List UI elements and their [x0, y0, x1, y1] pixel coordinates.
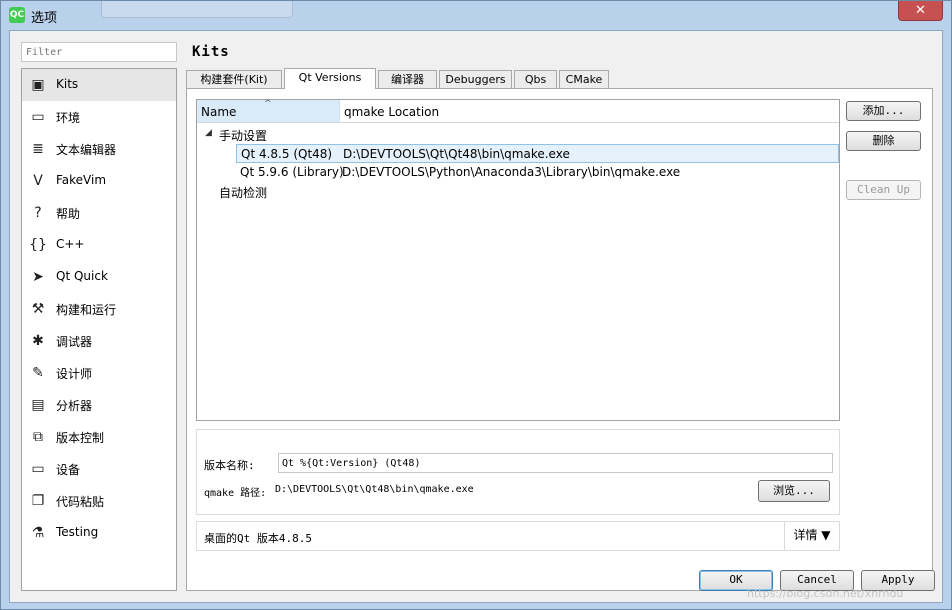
close-button[interactable]: ✕: [898, 1, 943, 21]
tab-kits[interactable]: 构建套件(Kit): [186, 70, 282, 88]
column-header-name[interactable]: Name ^: [197, 99, 340, 122]
version-summary: 桌面的Qt 版本4.8.5 详情 ▼: [196, 521, 840, 551]
expanded-arrow-icon[interactable]: ◢: [205, 128, 212, 138]
sidebar-item-label: 设备: [56, 463, 81, 477]
details-toggle-button[interactable]: 详情 ▼: [784, 522, 839, 550]
sidebar-item-label: FakeVim: [56, 173, 107, 187]
sidebar-item-label: Kits: [56, 77, 79, 91]
qt-version-row[interactable]: Qt 4.8.5 (Qt48) D:\DEVTOOLS\Qt\Qt48\bin\…: [236, 144, 839, 163]
fakevim-icon: V: [33, 173, 43, 189]
options-dialog: QC 选项 ✕ ▣ Kits ▭ 环境 ≣ 文本编辑器 V FakeVim? 帮助 {} C++ ➤ Q…: [0, 0, 952, 610]
cpp-icon: {}: [29, 237, 47, 253]
window-title: 选项: [31, 11, 58, 26]
sidebar-item[interactable]: ✱ 调试器: [22, 325, 176, 357]
sidebar-item-label: Qt Quick: [56, 269, 108, 283]
qmake-path-label: qmake 路径:: [204, 488, 267, 499]
watermark: https://blog.csdn.net/xnrhdu: [747, 587, 904, 600]
device-icon: ▭: [31, 461, 45, 477]
qt-version-name: Qt 4.8.5 (Qt48): [241, 147, 333, 161]
qt-version-name: Qt 5.9.6 (Library): [240, 165, 344, 179]
bug-icon: ✱: [32, 333, 44, 349]
sidebar-item[interactable]: ▭ 设备: [22, 453, 176, 485]
remove-button[interactable]: 删除: [846, 131, 921, 151]
page-title: Kits: [192, 44, 230, 60]
qmake-location: D:\DEVTOOLS\Qt\Qt48\bin\qmake.exe: [343, 147, 570, 161]
dialog-body: ▣ Kits ▭ 环境 ≣ 文本编辑器 V FakeVim? 帮助 {} C++ ➤ Qt Quick ⚒…: [9, 30, 943, 603]
sidebar-item-label: 调试器: [56, 335, 93, 349]
background-window-tab: [101, 1, 293, 18]
sidebar-item[interactable]: ? 帮助: [22, 197, 176, 229]
sidebar-item-label: 代码粘贴: [56, 495, 105, 509]
category-list: ▣ Kits ▭ 环境 ≣ 文本编辑器 V FakeVim? 帮助 {} C++ ➤ Qt Quick ⚒…: [21, 68, 177, 591]
filter-input[interactable]: [21, 42, 177, 62]
column-name-label: Name: [201, 105, 237, 119]
add-button[interactable]: 添加...: [846, 101, 921, 121]
sidebar-item-label: C++: [56, 237, 85, 251]
sidebar-item[interactable]: ▣ Kits: [22, 69, 176, 101]
qmake-location: D:\DEVTOOLS\Python\Anaconda3\Library\bin…: [342, 165, 681, 179]
title-bar[interactable]: QC 选项 ✕: [1, 1, 951, 29]
monitor-icon: ▭: [31, 109, 45, 125]
column-header-location[interactable]: qmake Location: [344, 105, 439, 119]
pencil-icon: ✎: [32, 365, 44, 381]
sidebar-item-label: 构建和运行: [56, 303, 117, 317]
version-name-label: 版本名称:: [204, 459, 255, 472]
sidebar-item-label: 环境: [56, 111, 81, 125]
sidebar-item[interactable]: ⚗ Testing: [22, 517, 176, 549]
sidebar-item-label: 帮助: [56, 207, 81, 221]
sidebar-item[interactable]: ⧉ 版本控制: [22, 421, 176, 453]
qt-versions-tree[interactable]: Name ^ qmake Location ◢ 手动设置 Qt 4.8.5 (Q…: [196, 99, 840, 421]
sidebar-item-label: Testing: [56, 525, 99, 539]
clean-up-button[interactable]: Clean Up: [846, 180, 921, 200]
kits-icon: ▣: [31, 77, 45, 93]
close-icon: ✕: [915, 3, 926, 18]
sidebar-item[interactable]: ⚒ 构建和运行: [22, 293, 176, 325]
qmake-path-value: D:\DEVTOOLS\Qt\Qt48\bin\qmake.exe: [275, 484, 474, 495]
sidebar-item[interactable]: V FakeVim: [22, 165, 176, 197]
browse-button[interactable]: 浏览...: [758, 480, 830, 502]
tab-cmake[interactable]: CMake: [559, 70, 609, 88]
hammer-icon: ⚒: [31, 301, 45, 317]
sidebar-item[interactable]: {} C++: [22, 229, 176, 261]
qt-creator-app-icon: QC: [9, 7, 25, 23]
flask-icon: ⚗: [31, 525, 45, 541]
group-label: 自动检测: [219, 186, 268, 200]
tab-debuggers[interactable]: Debuggers: [439, 70, 512, 88]
tree-header: Name ^ qmake Location: [197, 99, 839, 123]
qt-versions-page: Name ^ qmake Location ◢ 手动设置 Qt 4.8.5 (Q…: [186, 88, 933, 591]
qt-quick-icon: ➤: [32, 269, 44, 285]
sidebar-item-label: 设计师: [56, 367, 93, 381]
sort-ascending-icon: ^: [264, 99, 272, 109]
clipboard-icon: ❐: [31, 493, 45, 509]
qt-version-row[interactable]: Qt 5.9.6 (Library) D:\DEVTOOLS\Python\An…: [236, 163, 839, 182]
help-icon: ?: [34, 205, 42, 221]
sidebar-item-label: 分析器: [56, 399, 93, 413]
tab-compilers[interactable]: 编译器: [378, 70, 437, 88]
tree-group-manual[interactable]: ◢ 手动设置: [197, 125, 839, 144]
sidebar-item[interactable]: ▤ 分析器: [22, 389, 176, 421]
version-name-field[interactable]: [278, 453, 833, 473]
sidebar-item-label: 文本编辑器: [56, 143, 117, 157]
version-details-panel: 版本名称: qmake 路径: D:\DEVTOOLS\Qt\Qt48\bin\…: [196, 429, 840, 515]
summary-text: 桌面的Qt 版本4.8.5: [204, 532, 312, 545]
group-label: 手动设置: [219, 129, 268, 143]
sidebar-item[interactable]: ❐ 代码粘贴: [22, 485, 176, 517]
sidebar-item[interactable]: ≣ 文本编辑器: [22, 133, 176, 165]
tree-group-auto-detected[interactable]: 自动检测: [197, 182, 839, 201]
sidebar-item[interactable]: ▭ 环境: [22, 101, 176, 133]
tab-qt-versions[interactable]: Qt Versions: [284, 68, 376, 89]
analyzer-icon: ▤: [31, 397, 45, 413]
sidebar-item-label: 版本控制: [56, 431, 105, 445]
text-editor-icon: ≣: [32, 141, 44, 157]
version-control-icon: ⧉: [33, 429, 43, 445]
sidebar-item[interactable]: ✎ 设计师: [22, 357, 176, 389]
sidebar-item[interactable]: ➤ Qt Quick: [22, 261, 176, 293]
tab-qbs[interactable]: Qbs: [514, 70, 557, 88]
